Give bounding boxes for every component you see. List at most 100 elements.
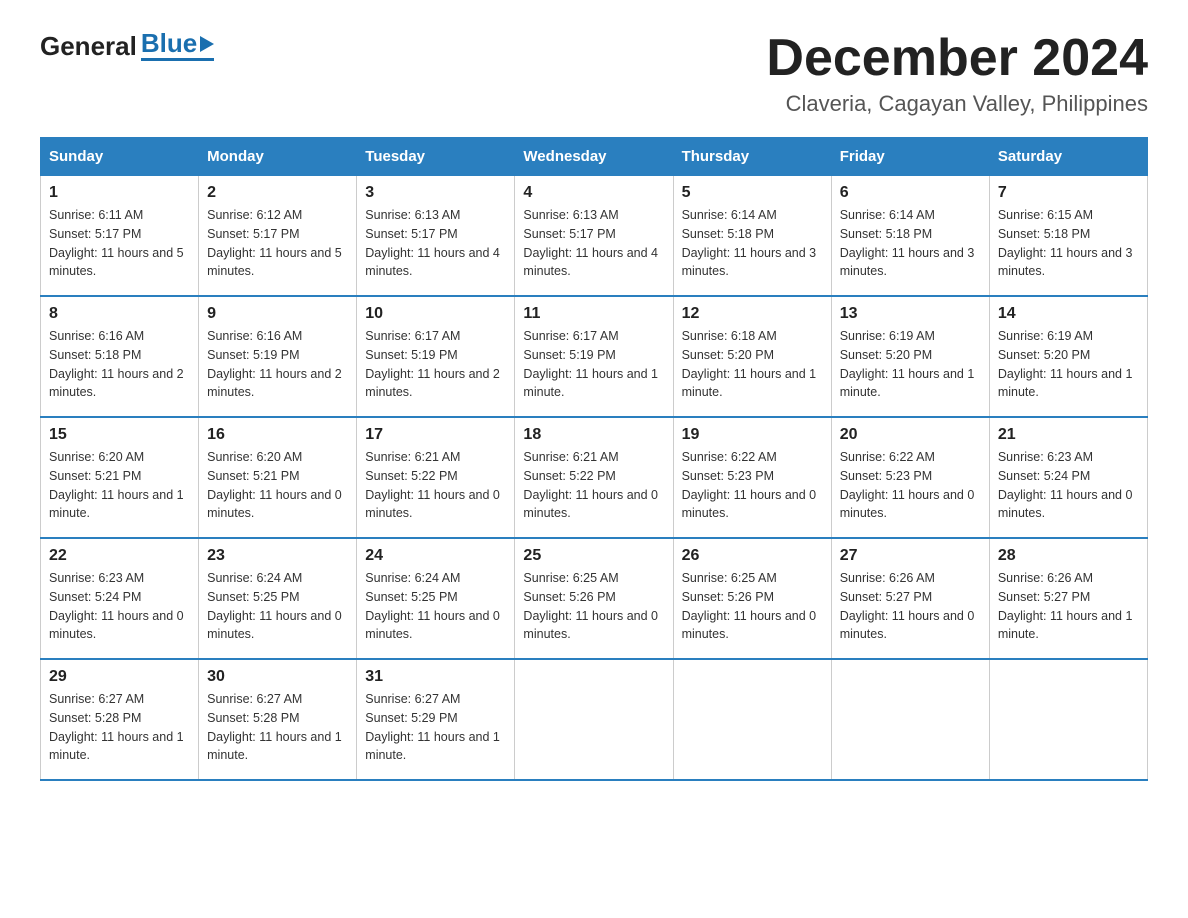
day-info: Sunrise: 6:19 AM Sunset: 5:20 PM Dayligh… bbox=[998, 327, 1139, 402]
calendar-body: 1 Sunrise: 6:11 AM Sunset: 5:17 PM Dayli… bbox=[41, 176, 1148, 781]
day-number: 8 bbox=[49, 305, 190, 323]
daylight-label: Daylight: 11 hours and 1 minute. bbox=[49, 488, 184, 521]
sunrise-label: Sunrise: 6:17 AM bbox=[365, 329, 460, 343]
daylight-label: Daylight: 11 hours and 1 minute. bbox=[365, 730, 500, 763]
calendar-cell: 6 Sunrise: 6:14 AM Sunset: 5:18 PM Dayli… bbox=[831, 176, 989, 297]
daylight-label: Daylight: 11 hours and 1 minute. bbox=[207, 730, 342, 763]
day-number: 31 bbox=[365, 668, 506, 686]
weekday-header-tuesday: Tuesday bbox=[357, 138, 515, 176]
daylight-label: Daylight: 11 hours and 1 minute. bbox=[523, 367, 658, 400]
sunrise-label: Sunrise: 6:27 AM bbox=[207, 692, 302, 706]
week-row-5: 29 Sunrise: 6:27 AM Sunset: 5:28 PM Dayl… bbox=[41, 659, 1148, 780]
calendar-cell: 13 Sunrise: 6:19 AM Sunset: 5:20 PM Dayl… bbox=[831, 296, 989, 417]
sunset-label: Sunset: 5:28 PM bbox=[207, 711, 299, 725]
calendar-header: SundayMondayTuesdayWednesdayThursdayFrid… bbox=[41, 138, 1148, 176]
daylight-label: Daylight: 11 hours and 0 minutes. bbox=[998, 488, 1133, 521]
sunrise-label: Sunrise: 6:22 AM bbox=[840, 450, 935, 464]
weekday-header-wednesday: Wednesday bbox=[515, 138, 673, 176]
calendar-cell: 27 Sunrise: 6:26 AM Sunset: 5:27 PM Dayl… bbox=[831, 538, 989, 659]
sunset-label: Sunset: 5:21 PM bbox=[207, 469, 299, 483]
daylight-label: Daylight: 11 hours and 1 minute. bbox=[49, 730, 184, 763]
calendar-cell: 9 Sunrise: 6:16 AM Sunset: 5:19 PM Dayli… bbox=[199, 296, 357, 417]
day-info: Sunrise: 6:17 AM Sunset: 5:19 PM Dayligh… bbox=[365, 327, 506, 402]
page-header: General Blue December 2024 Claveria, Cag… bbox=[40, 30, 1148, 117]
day-info: Sunrise: 6:21 AM Sunset: 5:22 PM Dayligh… bbox=[523, 448, 664, 523]
sunset-label: Sunset: 5:18 PM bbox=[998, 227, 1090, 241]
day-number: 6 bbox=[840, 184, 981, 202]
daylight-label: Daylight: 11 hours and 1 minute. bbox=[682, 367, 817, 400]
daylight-label: Daylight: 11 hours and 1 minute. bbox=[840, 367, 975, 400]
calendar-table: SundayMondayTuesdayWednesdayThursdayFrid… bbox=[40, 137, 1148, 781]
daylight-label: Daylight: 11 hours and 0 minutes. bbox=[365, 609, 500, 642]
day-number: 23 bbox=[207, 547, 348, 565]
day-info: Sunrise: 6:11 AM Sunset: 5:17 PM Dayligh… bbox=[49, 206, 190, 281]
sunset-label: Sunset: 5:19 PM bbox=[207, 348, 299, 362]
daylight-label: Daylight: 11 hours and 3 minutes. bbox=[682, 246, 817, 279]
sunrise-label: Sunrise: 6:22 AM bbox=[682, 450, 777, 464]
day-number: 17 bbox=[365, 426, 506, 444]
sunrise-label: Sunrise: 6:27 AM bbox=[365, 692, 460, 706]
day-info: Sunrise: 6:15 AM Sunset: 5:18 PM Dayligh… bbox=[998, 206, 1139, 281]
day-info: Sunrise: 6:24 AM Sunset: 5:25 PM Dayligh… bbox=[365, 569, 506, 644]
daylight-label: Daylight: 11 hours and 2 minutes. bbox=[49, 367, 184, 400]
weekday-header-thursday: Thursday bbox=[673, 138, 831, 176]
daylight-label: Daylight: 11 hours and 0 minutes. bbox=[207, 609, 342, 642]
day-info: Sunrise: 6:18 AM Sunset: 5:20 PM Dayligh… bbox=[682, 327, 823, 402]
sunset-label: Sunset: 5:23 PM bbox=[682, 469, 774, 483]
daylight-label: Daylight: 11 hours and 4 minutes. bbox=[523, 246, 658, 279]
sunrise-label: Sunrise: 6:24 AM bbox=[207, 571, 302, 585]
week-row-3: 15 Sunrise: 6:20 AM Sunset: 5:21 PM Dayl… bbox=[41, 417, 1148, 538]
day-info: Sunrise: 6:12 AM Sunset: 5:17 PM Dayligh… bbox=[207, 206, 348, 281]
sunrise-label: Sunrise: 6:21 AM bbox=[365, 450, 460, 464]
day-number: 16 bbox=[207, 426, 348, 444]
calendar-cell: 20 Sunrise: 6:22 AM Sunset: 5:23 PM Dayl… bbox=[831, 417, 989, 538]
calendar-cell: 5 Sunrise: 6:14 AM Sunset: 5:18 PM Dayli… bbox=[673, 176, 831, 297]
day-info: Sunrise: 6:16 AM Sunset: 5:18 PM Dayligh… bbox=[49, 327, 190, 402]
day-info: Sunrise: 6:27 AM Sunset: 5:28 PM Dayligh… bbox=[49, 690, 190, 765]
sunrise-label: Sunrise: 6:18 AM bbox=[682, 329, 777, 343]
day-number: 19 bbox=[682, 426, 823, 444]
daylight-label: Daylight: 11 hours and 0 minutes. bbox=[682, 488, 817, 521]
calendar-cell bbox=[673, 659, 831, 780]
sunset-label: Sunset: 5:18 PM bbox=[840, 227, 932, 241]
sunrise-label: Sunrise: 6:19 AM bbox=[840, 329, 935, 343]
calendar-cell bbox=[515, 659, 673, 780]
calendar-cell: 25 Sunrise: 6:25 AM Sunset: 5:26 PM Dayl… bbox=[515, 538, 673, 659]
sunrise-label: Sunrise: 6:11 AM bbox=[49, 208, 143, 222]
sunrise-label: Sunrise: 6:15 AM bbox=[998, 208, 1093, 222]
sunrise-label: Sunrise: 6:26 AM bbox=[840, 571, 935, 585]
daylight-label: Daylight: 11 hours and 1 minute. bbox=[998, 367, 1133, 400]
day-number: 9 bbox=[207, 305, 348, 323]
day-number: 26 bbox=[682, 547, 823, 565]
day-number: 7 bbox=[998, 184, 1139, 202]
day-number: 14 bbox=[998, 305, 1139, 323]
sunset-label: Sunset: 5:21 PM bbox=[49, 469, 141, 483]
day-info: Sunrise: 6:27 AM Sunset: 5:29 PM Dayligh… bbox=[365, 690, 506, 765]
month-title: December 2024 bbox=[766, 30, 1148, 87]
day-number: 15 bbox=[49, 426, 190, 444]
weekday-header-friday: Friday bbox=[831, 138, 989, 176]
day-number: 30 bbox=[207, 668, 348, 686]
daylight-label: Daylight: 11 hours and 4 minutes. bbox=[365, 246, 500, 279]
sunrise-label: Sunrise: 6:20 AM bbox=[207, 450, 302, 464]
calendar-cell: 12 Sunrise: 6:18 AM Sunset: 5:20 PM Dayl… bbox=[673, 296, 831, 417]
sunrise-label: Sunrise: 6:21 AM bbox=[523, 450, 618, 464]
sunrise-label: Sunrise: 6:13 AM bbox=[523, 208, 618, 222]
calendar-cell: 14 Sunrise: 6:19 AM Sunset: 5:20 PM Dayl… bbox=[989, 296, 1147, 417]
calendar-cell: 17 Sunrise: 6:21 AM Sunset: 5:22 PM Dayl… bbox=[357, 417, 515, 538]
calendar-cell: 24 Sunrise: 6:24 AM Sunset: 5:25 PM Dayl… bbox=[357, 538, 515, 659]
calendar-cell: 21 Sunrise: 6:23 AM Sunset: 5:24 PM Dayl… bbox=[989, 417, 1147, 538]
sunrise-label: Sunrise: 6:23 AM bbox=[49, 571, 144, 585]
daylight-label: Daylight: 11 hours and 3 minutes. bbox=[998, 246, 1133, 279]
sunset-label: Sunset: 5:24 PM bbox=[49, 590, 141, 604]
sunrise-label: Sunrise: 6:19 AM bbox=[998, 329, 1093, 343]
calendar-cell bbox=[831, 659, 989, 780]
sunrise-label: Sunrise: 6:17 AM bbox=[523, 329, 618, 343]
day-info: Sunrise: 6:20 AM Sunset: 5:21 PM Dayligh… bbox=[49, 448, 190, 523]
daylight-label: Daylight: 11 hours and 5 minutes. bbox=[207, 246, 342, 279]
day-info: Sunrise: 6:26 AM Sunset: 5:27 PM Dayligh… bbox=[998, 569, 1139, 644]
calendar-cell bbox=[989, 659, 1147, 780]
sunset-label: Sunset: 5:26 PM bbox=[523, 590, 615, 604]
logo-general-text: General bbox=[40, 33, 137, 59]
day-number: 13 bbox=[840, 305, 981, 323]
